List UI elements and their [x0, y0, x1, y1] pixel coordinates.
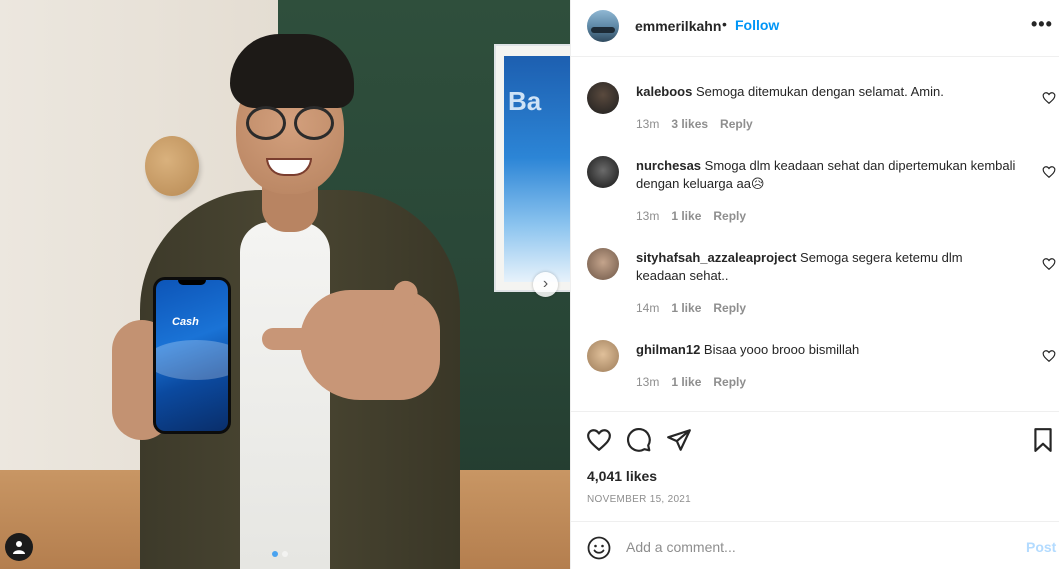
- comment-username[interactable]: kaleboos: [636, 84, 692, 99]
- author-avatar[interactable]: [587, 10, 619, 42]
- follow-button[interactable]: Follow: [735, 17, 779, 33]
- hair: [230, 34, 354, 108]
- comment-text: Bisaa yooo brooo bismillah: [703, 342, 860, 357]
- reply-button[interactable]: Reply: [713, 209, 746, 223]
- add-comment-bar: Post: [571, 521, 1059, 569]
- user-tags-button[interactable]: [5, 533, 33, 561]
- comment-body: nurchesas Smoga dlm keadaan sehat dan di…: [636, 157, 1016, 193]
- reply-button[interactable]: Reply: [720, 117, 753, 131]
- comment-bubble-icon[interactable]: [626, 427, 652, 453]
- author-username[interactable]: emmerilkahn: [635, 18, 721, 34]
- carousel-next-button[interactable]: ›: [533, 272, 558, 297]
- post-details-panel: emmerilkahn • Follow ••• kaleboos Semoga…: [570, 0, 1059, 569]
- comment-meta: 13m 3 likes Reply: [636, 117, 753, 131]
- pointing-finger: [262, 328, 332, 350]
- more-options-icon[interactable]: •••: [1031, 14, 1053, 35]
- person: Cash: [0, 0, 570, 569]
- carousel-indicator: [272, 551, 288, 557]
- shirt: [240, 222, 330, 569]
- header-separator: •: [722, 16, 727, 32]
- comment-body: ghilman12 Bisaa yooo brooo bismillah: [636, 341, 1016, 359]
- comment-time[interactable]: 13m: [636, 209, 659, 223]
- like-comment-heart-icon[interactable]: [1042, 349, 1056, 363]
- comment-username[interactable]: ghilman12: [636, 342, 700, 357]
- like-heart-icon[interactable]: [586, 427, 612, 453]
- comment-username[interactable]: nurchesas: [636, 158, 701, 173]
- comment-likes[interactable]: 1 like: [671, 209, 701, 223]
- comment-likes[interactable]: 1 like: [671, 301, 701, 315]
- comment-time[interactable]: 14m: [636, 301, 659, 315]
- comment-likes[interactable]: 1 like: [671, 375, 701, 389]
- glasses: [246, 106, 286, 140]
- save-bookmark-icon[interactable]: [1030, 427, 1056, 453]
- smartphone: Cash: [153, 277, 231, 434]
- comment-time[interactable]: 13m: [636, 375, 659, 389]
- comment-body: kaleboos Semoga ditemukan dengan selamat…: [636, 83, 1016, 101]
- commenter-avatar[interactable]: [587, 82, 619, 114]
- comments-list[interactable]: kaleboos Semoga ditemukan dengan selamat…: [571, 58, 1059, 410]
- post-comment-button[interactable]: Post: [1026, 539, 1056, 555]
- like-comment-heart-icon[interactable]: [1042, 257, 1056, 271]
- commenter-avatar[interactable]: [587, 156, 619, 188]
- reply-button[interactable]: Reply: [713, 375, 746, 389]
- comment-likes[interactable]: 3 likes: [671, 117, 708, 131]
- like-comment-heart-icon[interactable]: [1042, 91, 1056, 105]
- carousel-dot-active: [272, 551, 278, 557]
- post-date: NOVEMBER 15, 2021: [587, 494, 692, 505]
- comment-body: sityhafsah_azzaleaproject Semoga segera …: [636, 249, 1016, 285]
- emoji-icon[interactable]: [587, 536, 611, 560]
- carousel-dot: [282, 551, 288, 557]
- reply-button[interactable]: Reply: [713, 301, 746, 315]
- post-photo[interactable]: Ba Cash ›: [0, 0, 570, 569]
- post-likes-count[interactable]: 4,041 likes: [587, 468, 657, 484]
- comment-text: Semoga ditemukan dengan selamat. Amin.: [695, 84, 944, 99]
- commenter-avatar[interactable]: [587, 340, 619, 372]
- comment-input[interactable]: [626, 534, 1006, 560]
- comment-meta: 13m 1 like Reply: [636, 209, 746, 223]
- phone-screen: Cash: [156, 280, 228, 431]
- comment-username[interactable]: sityhafsah_azzaleaproject: [636, 250, 796, 265]
- post-header: emmerilkahn • Follow •••: [571, 0, 1059, 57]
- post-actions: 4,041 likes NOVEMBER 15, 2021: [571, 411, 1059, 521]
- share-paper-plane-icon[interactable]: [666, 427, 692, 453]
- comment-time[interactable]: 13m: [636, 117, 659, 131]
- comment-meta: 14m 1 like Reply: [636, 301, 746, 315]
- comment-meta: 13m 1 like Reply: [636, 375, 746, 389]
- phone-app-logo: Cash: [172, 316, 199, 328]
- commenter-avatar[interactable]: [587, 248, 619, 280]
- like-comment-heart-icon[interactable]: [1042, 165, 1056, 179]
- person-icon: [13, 541, 25, 554]
